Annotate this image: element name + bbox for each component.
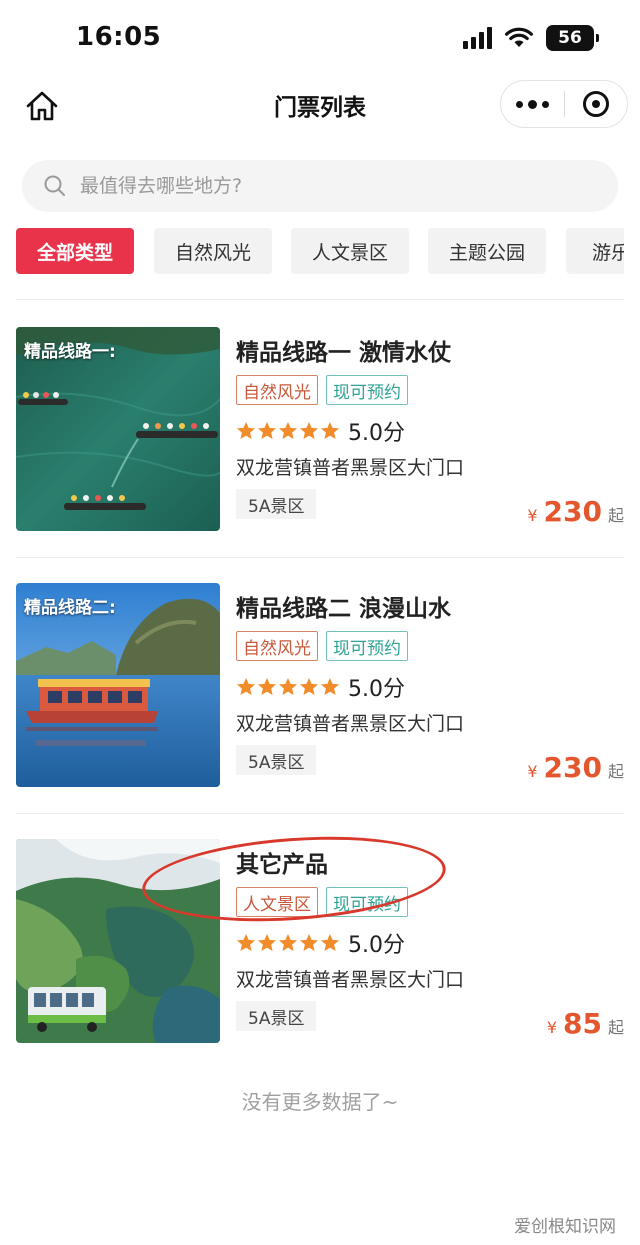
item-tags: 自然风光 现可预约	[236, 375, 408, 405]
item-tags: 自然风光 现可预约	[236, 631, 408, 661]
aerial-landscape-image	[16, 839, 220, 1043]
search-icon	[42, 173, 68, 199]
miniprogram-capsule	[500, 80, 628, 128]
signal-icon	[463, 27, 492, 49]
star-icon	[237, 678, 255, 695]
ticket-list-item[interactable]: 精品线路二: 精品线路二 浪漫山水 自然风光 现可预约 5.0分 双龙营镇普者黑…	[16, 583, 624, 787]
star-icon	[258, 678, 276, 695]
tag-category: 人文景区	[236, 887, 318, 917]
price-value: 230	[543, 751, 602, 784]
star-icon	[279, 934, 297, 951]
star-icon	[300, 678, 318, 695]
tag-bookable: 现可预约	[326, 887, 408, 917]
price-currency: ¥	[527, 506, 538, 525]
close-button[interactable]	[565, 81, 627, 127]
scenic-level-badge: 5A景区	[236, 1001, 317, 1031]
tag-category: 自然风光	[236, 375, 318, 405]
star-icon	[237, 422, 255, 439]
rating-score: 5.0分	[348, 933, 405, 958]
price-value: 230	[543, 495, 602, 528]
item-info: 其它产品 人文景区 现可预约 5.0分 双龙营镇普者黑景区大门口 5A景区 ¥ …	[236, 839, 624, 1043]
status-time: 16:05	[76, 22, 162, 52]
item-thumbnail[interactable]: 精品线路二:	[16, 583, 220, 787]
star-icon	[279, 678, 297, 695]
battery-level: 56	[558, 28, 582, 48]
close-target-icon	[582, 91, 609, 117]
price-suffix: 起	[607, 762, 624, 781]
item-rating: 5.0分	[236, 927, 405, 959]
star-icon	[258, 422, 276, 439]
item-name[interactable]: 精品线路一 激情水仗	[236, 333, 451, 367]
star-icon	[300, 934, 318, 951]
price-currency: ¥	[527, 762, 538, 781]
no-more-data-text: 没有更多数据了~	[241, 1090, 399, 1114]
star-icon	[321, 422, 339, 439]
star-icon	[258, 934, 276, 951]
watermark: 爱创根知识网	[514, 1217, 616, 1237]
wifi-icon	[505, 27, 533, 47]
price-suffix: 起	[607, 506, 624, 525]
item-address: 双龙营镇普者黑景区大门口	[236, 713, 465, 735]
nav-bar: 门票列表	[0, 76, 640, 134]
rating-stars	[236, 421, 340, 441]
tab-all-types[interactable]: 全部类型	[16, 228, 134, 274]
price-suffix: 起	[607, 1018, 624, 1037]
item-address: 双龙营镇普者黑景区大门口	[236, 969, 465, 991]
item-price: ¥ 85 起	[547, 1007, 624, 1040]
rating-stars	[236, 933, 340, 953]
item-address: 双龙营镇普者黑景区大门口	[236, 457, 465, 479]
thumbnail-label: 精品线路二:	[24, 598, 116, 618]
tab-natural-scenery[interactable]: 自然风光	[154, 228, 272, 274]
rating-score: 5.0分	[348, 677, 405, 702]
item-thumbnail[interactable]: 精品线路一:	[16, 327, 220, 531]
status-icons: 56	[463, 24, 599, 52]
star-icon	[321, 678, 339, 695]
category-tabs: 全部类型 自然风光 人文景区 主题公园 游乐	[16, 228, 624, 276]
star-icon	[279, 422, 297, 439]
ticket-list-item[interactable]: 其它产品 人文景区 现可预约 5.0分 双龙营镇普者黑景区大门口 5A景区 ¥ …	[16, 839, 624, 1043]
search-input[interactable]	[80, 175, 560, 197]
rating-stars	[236, 677, 340, 697]
tab-theme-park[interactable]: 主题公园	[428, 228, 546, 274]
price-value: 85	[563, 1007, 602, 1040]
star-icon	[237, 934, 255, 951]
item-name[interactable]: 精品线路二 浪漫山水	[236, 589, 451, 623]
scenic-level-badge: 5A景区	[236, 489, 317, 519]
divider	[16, 557, 624, 558]
divider	[16, 813, 624, 814]
item-price: ¥ 230 起	[527, 751, 624, 784]
rating-score: 5.0分	[348, 421, 405, 446]
divider	[16, 299, 624, 300]
price-currency: ¥	[546, 1018, 558, 1037]
tag-bookable: 现可预约	[326, 375, 408, 405]
ticket-list-item[interactable]: 精品线路一: 精品线路一 激情水仗 自然风光 现可预约 5.0分 双龙营镇普者黑…	[16, 327, 624, 531]
tag-bookable: 现可预约	[326, 631, 408, 661]
item-tags: 人文景区 现可预约	[236, 887, 408, 917]
thumbnail-label: 精品线路一:	[24, 342, 116, 362]
item-info: 精品线路一 激情水仗 自然风光 现可预约 5.0分 双龙营镇普者黑景区大门口 5…	[236, 327, 624, 531]
star-icon	[321, 934, 339, 951]
search-bar[interactable]	[22, 160, 618, 212]
item-rating: 5.0分	[236, 415, 405, 447]
battery-icon: 56	[546, 25, 599, 51]
tag-category: 自然风光	[236, 631, 318, 661]
item-thumbnail[interactable]	[16, 839, 220, 1043]
scenic-level-badge: 5A景区	[236, 745, 317, 775]
item-info: 精品线路二 浪漫山水 自然风光 现可预约 5.0分 双龙营镇普者黑景区大门口 5…	[236, 583, 624, 787]
more-icon[interactable]	[501, 81, 564, 127]
item-price: ¥ 230 起	[527, 495, 624, 528]
tab-cultural-site[interactable]: 人文景区	[291, 228, 409, 274]
item-name[interactable]: 其它产品	[236, 845, 328, 879]
item-rating: 5.0分	[236, 671, 405, 703]
star-icon	[300, 422, 318, 439]
status-bar: 16:05 56	[0, 0, 640, 76]
tab-amusement[interactable]: 游乐	[566, 228, 624, 274]
